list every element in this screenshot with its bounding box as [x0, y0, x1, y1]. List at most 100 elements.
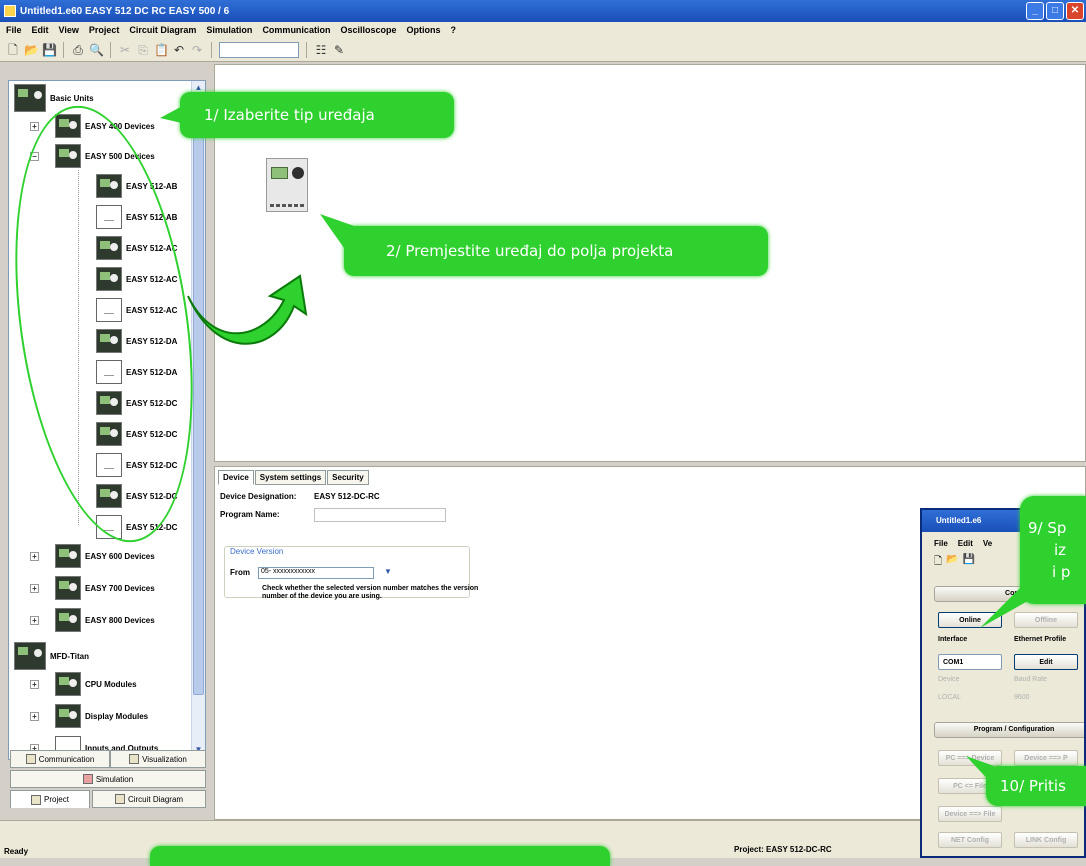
paste-icon[interactable]: 📋 — [154, 43, 169, 57]
drag-arrow-icon — [187, 274, 308, 345]
tree-node-easy600[interactable]: + EASY 600 Devices — [30, 544, 155, 568]
menu-communication[interactable]: Communication — [262, 25, 330, 35]
inset-menu-edit[interactable]: Edit — [958, 539, 973, 548]
tab-simulation[interactable]: Simulation — [10, 770, 206, 788]
expand-icon[interactable]: + — [30, 615, 39, 625]
tab-security[interactable]: Security — [327, 470, 369, 485]
tab-label: Simulation — [95, 774, 134, 784]
toolbar-separator — [63, 41, 64, 58]
version-note: Check whether the selected version numbe… — [262, 585, 479, 600]
program-name-label: Program Name: — [220, 510, 280, 519]
toolbar-separator — [110, 41, 111, 58]
menu-view[interactable]: View — [59, 25, 79, 35]
inset-menu: File Edit Ve — [934, 539, 992, 548]
tree-node-easy700[interactable]: + EASY 700 Devices — [30, 576, 155, 600]
scroll-thumb[interactable] — [193, 95, 204, 695]
device-to-pc-button[interactable]: Device ==> P — [1014, 750, 1078, 766]
tab-system-settings[interactable]: System settings — [254, 470, 327, 485]
device-icon — [55, 544, 81, 568]
device-designation-label: Device Designation: — [220, 492, 297, 501]
menu-help[interactable]: ? — [450, 25, 456, 35]
zoom-combo[interactable] — [219, 41, 299, 58]
expand-icon[interactable]: + — [30, 121, 39, 131]
tree-scrollbar[interactable]: ▲ ▼ — [191, 81, 205, 759]
callout-text: i p — [1052, 563, 1071, 581]
open-folder-icon[interactable]: 📂 — [946, 554, 958, 571]
basic-units-icon — [14, 84, 46, 112]
menu-options[interactable]: Options — [406, 25, 440, 35]
print-icon[interactable]: ⎙ — [71, 43, 85, 57]
callout-tail — [966, 756, 994, 786]
save-icon[interactable]: 💾 — [42, 43, 57, 57]
device-version-title: Device Version — [230, 547, 284, 556]
tab-device[interactable]: Device — [218, 470, 254, 485]
chevron-down-icon[interactable]: ▼ — [384, 567, 394, 579]
visualization-icon — [129, 754, 140, 764]
device-designation-value: EASY 512-DC-RC — [314, 492, 380, 501]
tree-node-easy800[interactable]: + EASY 800 Devices — [30, 608, 155, 632]
link-config-button[interactable]: LINK Config — [1014, 832, 1078, 848]
device-select[interactable]: LOCAL — [938, 694, 961, 701]
expand-icon[interactable]: + — [30, 551, 39, 561]
callout-text: 10/ Pritis — [1000, 777, 1066, 795]
undo-icon[interactable]: ↶ — [172, 43, 186, 57]
callout-step-2: 2/ Premjestite uređaj do polja projekta — [344, 226, 768, 276]
menu-project[interactable]: Project — [89, 25, 120, 35]
inset-menu-file[interactable]: File — [934, 539, 948, 548]
callout-tail — [160, 104, 186, 124]
close-button[interactable]: ✕ — [1066, 2, 1084, 20]
ethernet-profile-label: Ethernet Profile — [1014, 636, 1067, 643]
menu-simulation[interactable]: Simulation — [206, 25, 252, 35]
minimize-button[interactable]: _ — [1026, 2, 1044, 20]
expand-icon[interactable]: + — [30, 583, 39, 593]
menu-edit[interactable]: Edit — [32, 25, 49, 35]
tree-label: CPU Modules — [85, 679, 137, 689]
print-preview-icon[interactable]: 🔍 — [89, 43, 104, 57]
menu-circuit-diagram[interactable]: Circuit Diagram — [129, 25, 196, 35]
tree-node-mfd-titan[interactable]: MFD-Titan — [14, 642, 89, 670]
inset-menu-view[interactable]: Ve — [983, 539, 992, 548]
toolbar-separator — [211, 41, 212, 58]
tab-project[interactable]: Project — [10, 790, 90, 808]
tree-node-display-modules[interactable]: + Display Modules — [30, 704, 148, 728]
open-folder-icon[interactable]: 📂 — [24, 43, 39, 57]
circuit-diagram-icon — [114, 794, 125, 804]
callout-text: 9/ Sp — [1028, 519, 1067, 537]
expand-icon[interactable]: + — [30, 711, 39, 721]
edit-icon[interactable]: ✎ — [332, 43, 346, 57]
project-icon — [31, 794, 42, 805]
device-label: Device — [938, 676, 960, 683]
tree-node-cpu-modules[interactable]: + CPU Modules — [30, 672, 137, 696]
menu-oscilloscope[interactable]: Oscilloscope — [340, 25, 396, 35]
version-select[interactable]: 05- xxxxxxxxxxxx — [258, 567, 374, 579]
new-file-icon[interactable]: 🗋 — [934, 554, 942, 571]
program-name-input[interactable] — [314, 508, 446, 522]
tab-visualization[interactable]: Visualization — [110, 750, 206, 768]
cut-icon[interactable]: ✂ — [118, 43, 132, 57]
mfd-icon — [14, 642, 46, 670]
net-config-button[interactable]: NET Config — [938, 832, 1002, 848]
expand-icon[interactable]: + — [30, 679, 39, 689]
baud-rate-select[interactable]: 9600 — [1014, 694, 1030, 701]
new-file-icon[interactable]: 🗋 — [6, 43, 20, 57]
tab-circuit-diagram[interactable]: Circuit Diagram — [92, 790, 206, 808]
redo-icon[interactable]: ↷ — [190, 43, 204, 57]
window-title: Untitled1.e60 EASY 512 DC RC EASY 500 / … — [20, 5, 230, 17]
maximize-button[interactable]: □ — [1046, 2, 1064, 20]
tree-label: MFD-Titan — [50, 651, 89, 661]
menu-file[interactable]: File — [6, 25, 22, 35]
placed-device[interactable] — [266, 158, 308, 212]
toolbar-separator — [306, 41, 307, 58]
tab-communication[interactable]: Communication — [10, 750, 110, 768]
tree-label: Display Modules — [85, 711, 149, 721]
copy-icon[interactable]: ⎘ — [136, 43, 150, 57]
interface-select[interactable]: COM1 — [938, 654, 1002, 670]
save-icon[interactable]: 💾 — [963, 554, 975, 571]
device-icon — [55, 576, 81, 600]
baud-rate-label: Baud Rate — [1014, 676, 1048, 683]
device-to-file-button[interactable]: Device ==> File — [938, 806, 1002, 822]
properties-icon[interactable]: ☷ — [314, 43, 328, 57]
title-bar: Untitled1.e60 EASY 512 DC RC EASY 500 / … — [0, 0, 1086, 22]
edit-profile-button[interactable]: Edit — [1014, 654, 1078, 670]
properties-tabs: Device System settings Security — [218, 470, 370, 485]
